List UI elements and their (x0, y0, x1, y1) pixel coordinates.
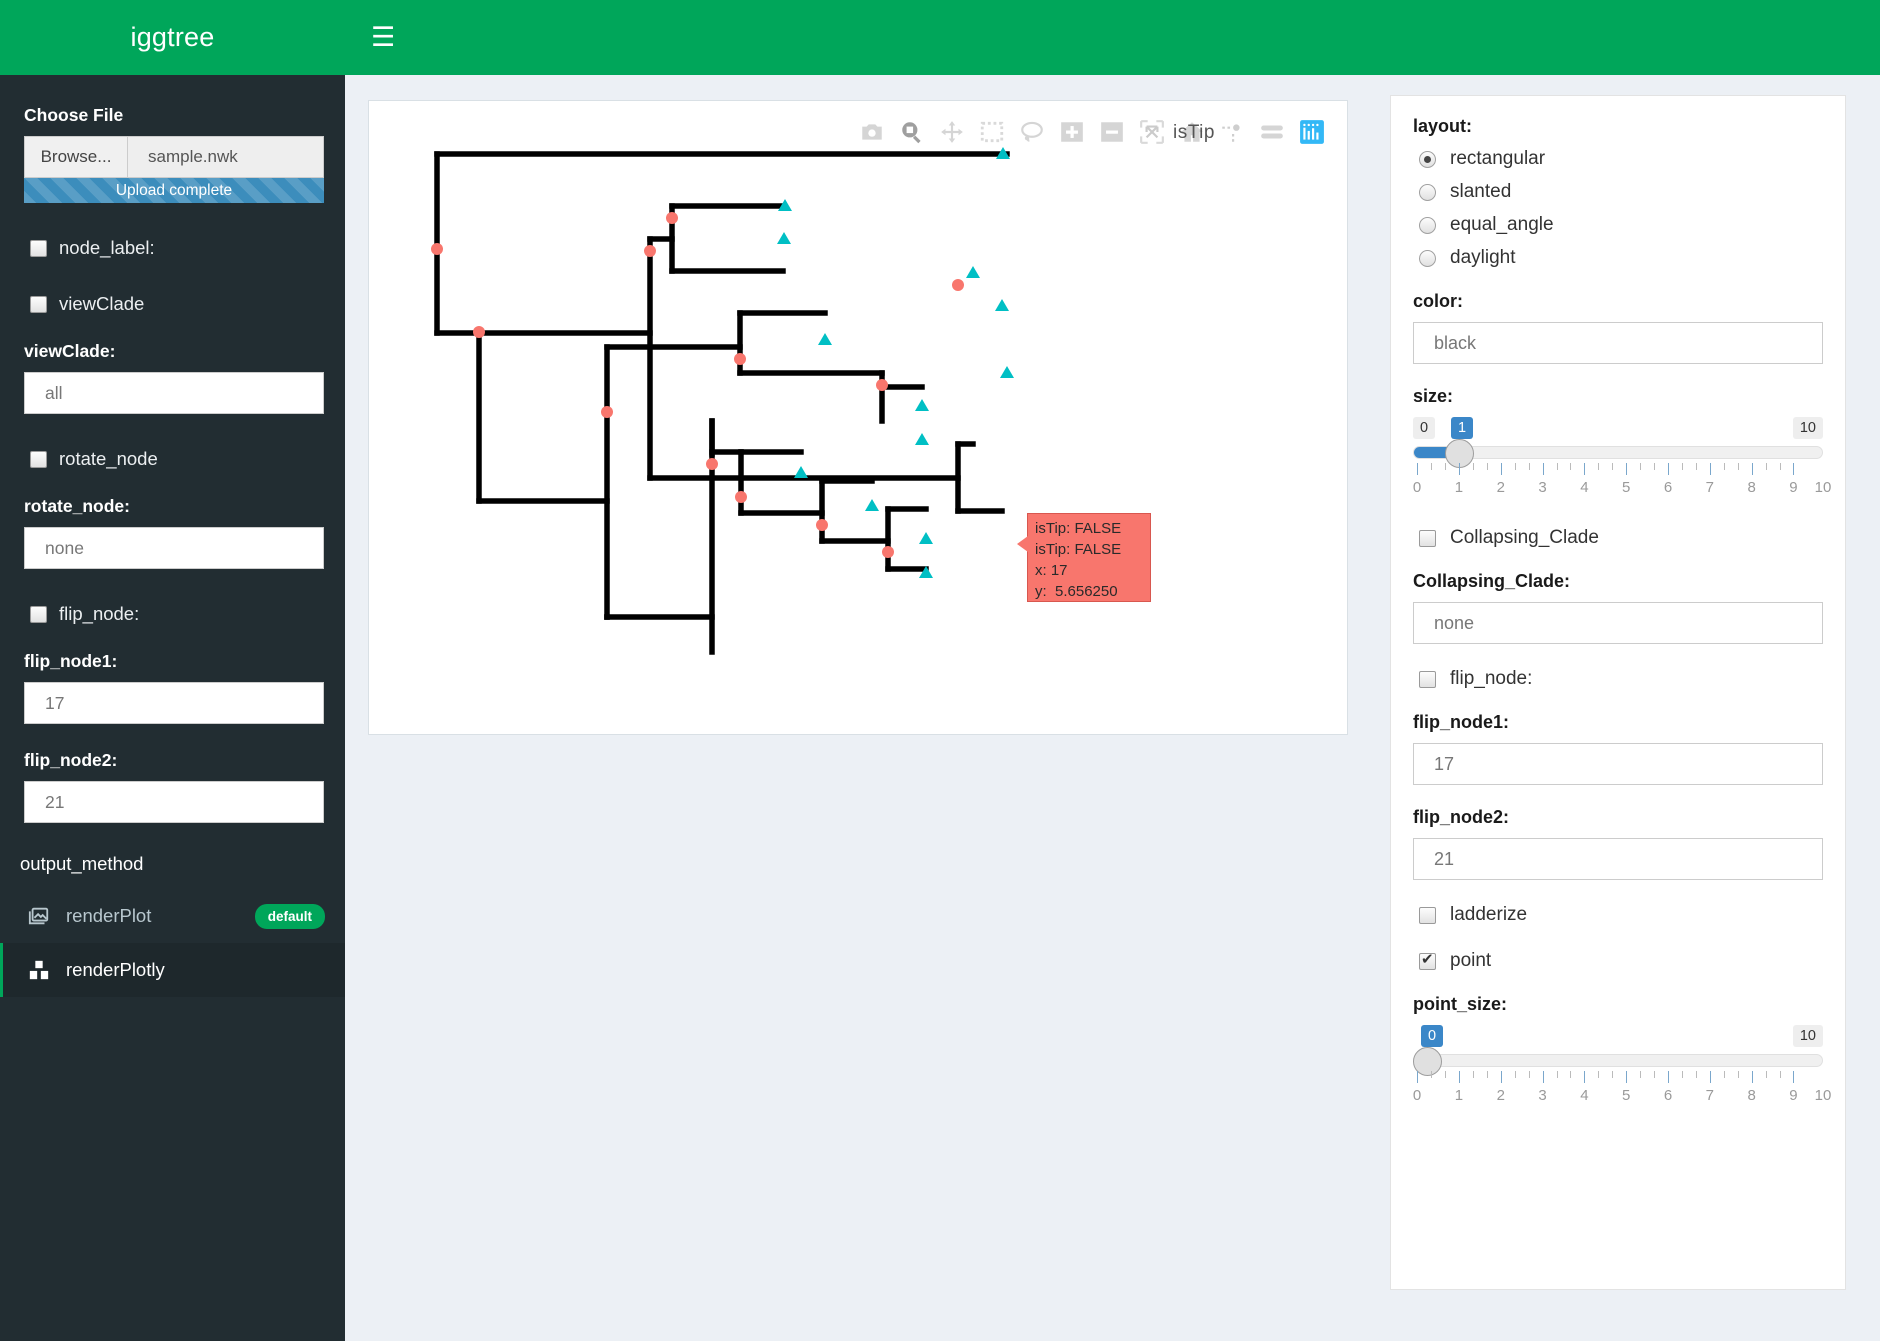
default-badge: default (254, 903, 325, 929)
sidebar-item-renderplotly-label: renderPlotly (66, 959, 165, 980)
plotly-tree-plot[interactable]: isTip: FALSE isTip: FALSE x: 17 y: 5.656… (368, 100, 1683, 735)
radio-row-equal-angle[interactable]: equal_angle (1419, 214, 1823, 236)
upload-progress-bar: Upload complete (24, 178, 324, 203)
rotate-node-checkbox-label: rotate_node (59, 448, 158, 469)
point-checkbox-row[interactable]: point (1419, 950, 1823, 972)
color-label: color: (1413, 291, 1464, 311)
flip-node1-input[interactable]: 17 (24, 682, 324, 724)
hamburger-icon[interactable]: ☰ (371, 0, 395, 75)
panel-flip-node1-input[interactable]: 17 (1413, 743, 1823, 785)
color-input[interactable]: black (1413, 322, 1823, 364)
view-clade-checkbox-label: viewClade (59, 293, 145, 314)
hover-tooltip: isTip: FALSE isTip: FALSE x: 17 y: 5.656… (1017, 513, 1151, 602)
browse-button[interactable]: Browse... (25, 137, 128, 177)
node-label-checkbox-row[interactable]: node_label: (30, 237, 321, 259)
flip-node2-input[interactable]: 21 (24, 781, 324, 823)
sidebar-item-renderplotly[interactable]: renderPlotly (0, 943, 345, 997)
flip-node-checkbox-label: flip_node: (59, 603, 140, 624)
layout-label: layout: (1413, 116, 1473, 136)
sidebar-item-renderplot-label: renderPlot (66, 905, 152, 926)
panel-flip-node-checkbox-row[interactable]: flip_node: (1419, 668, 1823, 690)
tree-internal-node-markers (431, 212, 964, 558)
radio-daylight-label: daylight (1450, 247, 1516, 268)
panel-flip-node2-label: flip_node2: (1413, 807, 1510, 827)
rotate-node-checkbox-row[interactable]: rotate_node (30, 448, 321, 470)
radio-rectangular[interactable] (1419, 150, 1436, 168)
radio-row-rectangular[interactable]: rectangular (1419, 148, 1823, 170)
view-clade-label: viewClade: (24, 341, 116, 361)
node-label-checkbox-label: node_label: (59, 237, 155, 258)
output-method-label: output_method (20, 853, 144, 874)
node-label-checkbox[interactable] (30, 239, 47, 257)
point-size-slider-tick-labels: 0 1 2 3 4 5 6 7 8 9 10 (1412, 1087, 1832, 1104)
ladderize-checkbox[interactable] (1419, 906, 1436, 924)
rotate-node-input[interactable]: none (24, 527, 324, 569)
file-name-display: sample.nwk (128, 137, 323, 177)
radio-row-slanted[interactable]: slanted (1419, 181, 1823, 203)
ladderize-checkbox-label: ladderize (1450, 904, 1528, 925)
point-size-slider-value-pip: 0 (1421, 1025, 1444, 1047)
flip-node1-label: flip_node1: (24, 651, 118, 671)
view-clade-checkbox-row[interactable]: viewClade (30, 293, 321, 315)
collapsing-clade-input[interactable]: none (1413, 602, 1823, 644)
sidebar: iggtree Choose File Browse... sample.nwk… (0, 0, 345, 1341)
size-slider-value-pip: 1 (1451, 417, 1474, 439)
collapsing-clade-label: Collapsing_Clade: (1413, 571, 1571, 591)
point-size-slider-track[interactable] (1413, 1054, 1823, 1067)
view-clade-checkbox[interactable] (30, 295, 47, 313)
size-slider-tick-labels: 0 1 2 3 4 5 6 7 8 9 10 (1412, 479, 1832, 496)
upload-status-text: Upload complete (115, 181, 233, 199)
size-slider-max-pip: 10 (1792, 417, 1823, 439)
sidebar-item-renderplot[interactable]: renderPlot default (0, 889, 345, 943)
brand-header: iggtree (0, 0, 345, 75)
topbar: ☰ (345, 0, 1880, 75)
tooltip-line-3: x: 17 (1035, 562, 1068, 579)
file-input-group[interactable]: Browse... sample.nwk (24, 136, 324, 178)
options-panel: layout: rectangular slanted equal_angle … (1390, 95, 1846, 1290)
flip-node2-label: flip_node2: (24, 750, 118, 770)
panel-flip-node2-input[interactable]: 21 (1413, 838, 1823, 880)
point-size-slider-max-pip: 10 (1792, 1025, 1823, 1047)
panel-flip-node1-label: flip_node1: (1413, 712, 1510, 732)
collapsing-clade-checkbox-label: Collapsing_Clade (1450, 527, 1599, 548)
point-size-slider-ticks (1413, 1071, 1823, 1084)
app-title: iggtree (130, 22, 215, 52)
panel-flip-node-checkbox[interactable] (1419, 670, 1436, 688)
radio-rectangular-label: rectangular (1450, 148, 1546, 169)
rotate-node-label: rotate_node: (24, 496, 130, 516)
sidebar-body: Choose File Browse... sample.nwk Upload … (0, 105, 345, 823)
flip-node-checkbox-row[interactable]: flip_node: (30, 603, 321, 625)
image-icon (28, 907, 49, 925)
point-size-slider[interactable]: 0 10 0 1 2 3 4 5 6 7 8 9 10 (1412, 1025, 1832, 1111)
collapsing-clade-checkbox[interactable] (1419, 529, 1436, 547)
point-checkbox-label: point (1450, 950, 1492, 971)
size-label: size: (1413, 386, 1454, 406)
tree-diagram (431, 147, 1014, 655)
tooltip-line-1: isTip: FALSE (1035, 520, 1122, 537)
size-slider-ticks (1413, 463, 1823, 476)
application-root: iggtree Choose File Browse... sample.nwk… (0, 0, 1880, 1341)
view-clade-input[interactable]: all (24, 372, 324, 414)
size-slider-min-pip: 0 (1413, 417, 1436, 439)
tooltip-line-2: isTip: FALSE (1035, 541, 1122, 558)
plotly-bars-icon (29, 960, 49, 980)
radio-equal-angle-label: equal_angle (1450, 214, 1554, 235)
size-slider-track[interactable] (1413, 446, 1823, 459)
ladderize-checkbox-row[interactable]: ladderize (1419, 904, 1823, 926)
flip-node-checkbox[interactable] (30, 605, 47, 623)
tooltip-line-4: y: 5.656250 (1035, 583, 1118, 600)
size-slider[interactable]: 0 1 10 0 1 2 3 4 5 6 7 8 9 10 (1412, 417, 1832, 503)
point-size-label: point_size: (1413, 994, 1508, 1014)
point-checkbox[interactable] (1419, 951, 1436, 970)
radio-slanted[interactable] (1419, 183, 1436, 201)
collapsing-clade-checkbox-row[interactable]: Collapsing_Clade (1419, 527, 1823, 549)
radio-row-daylight[interactable]: daylight (1419, 247, 1823, 269)
radio-equal-angle[interactable] (1419, 216, 1436, 234)
rotate-node-checkbox[interactable] (30, 450, 47, 468)
radio-slanted-label: slanted (1450, 181, 1512, 202)
radio-daylight[interactable] (1419, 249, 1436, 267)
panel-flip-node-checkbox-label: flip_node: (1450, 668, 1533, 689)
choose-file-label: Choose File (24, 105, 124, 125)
